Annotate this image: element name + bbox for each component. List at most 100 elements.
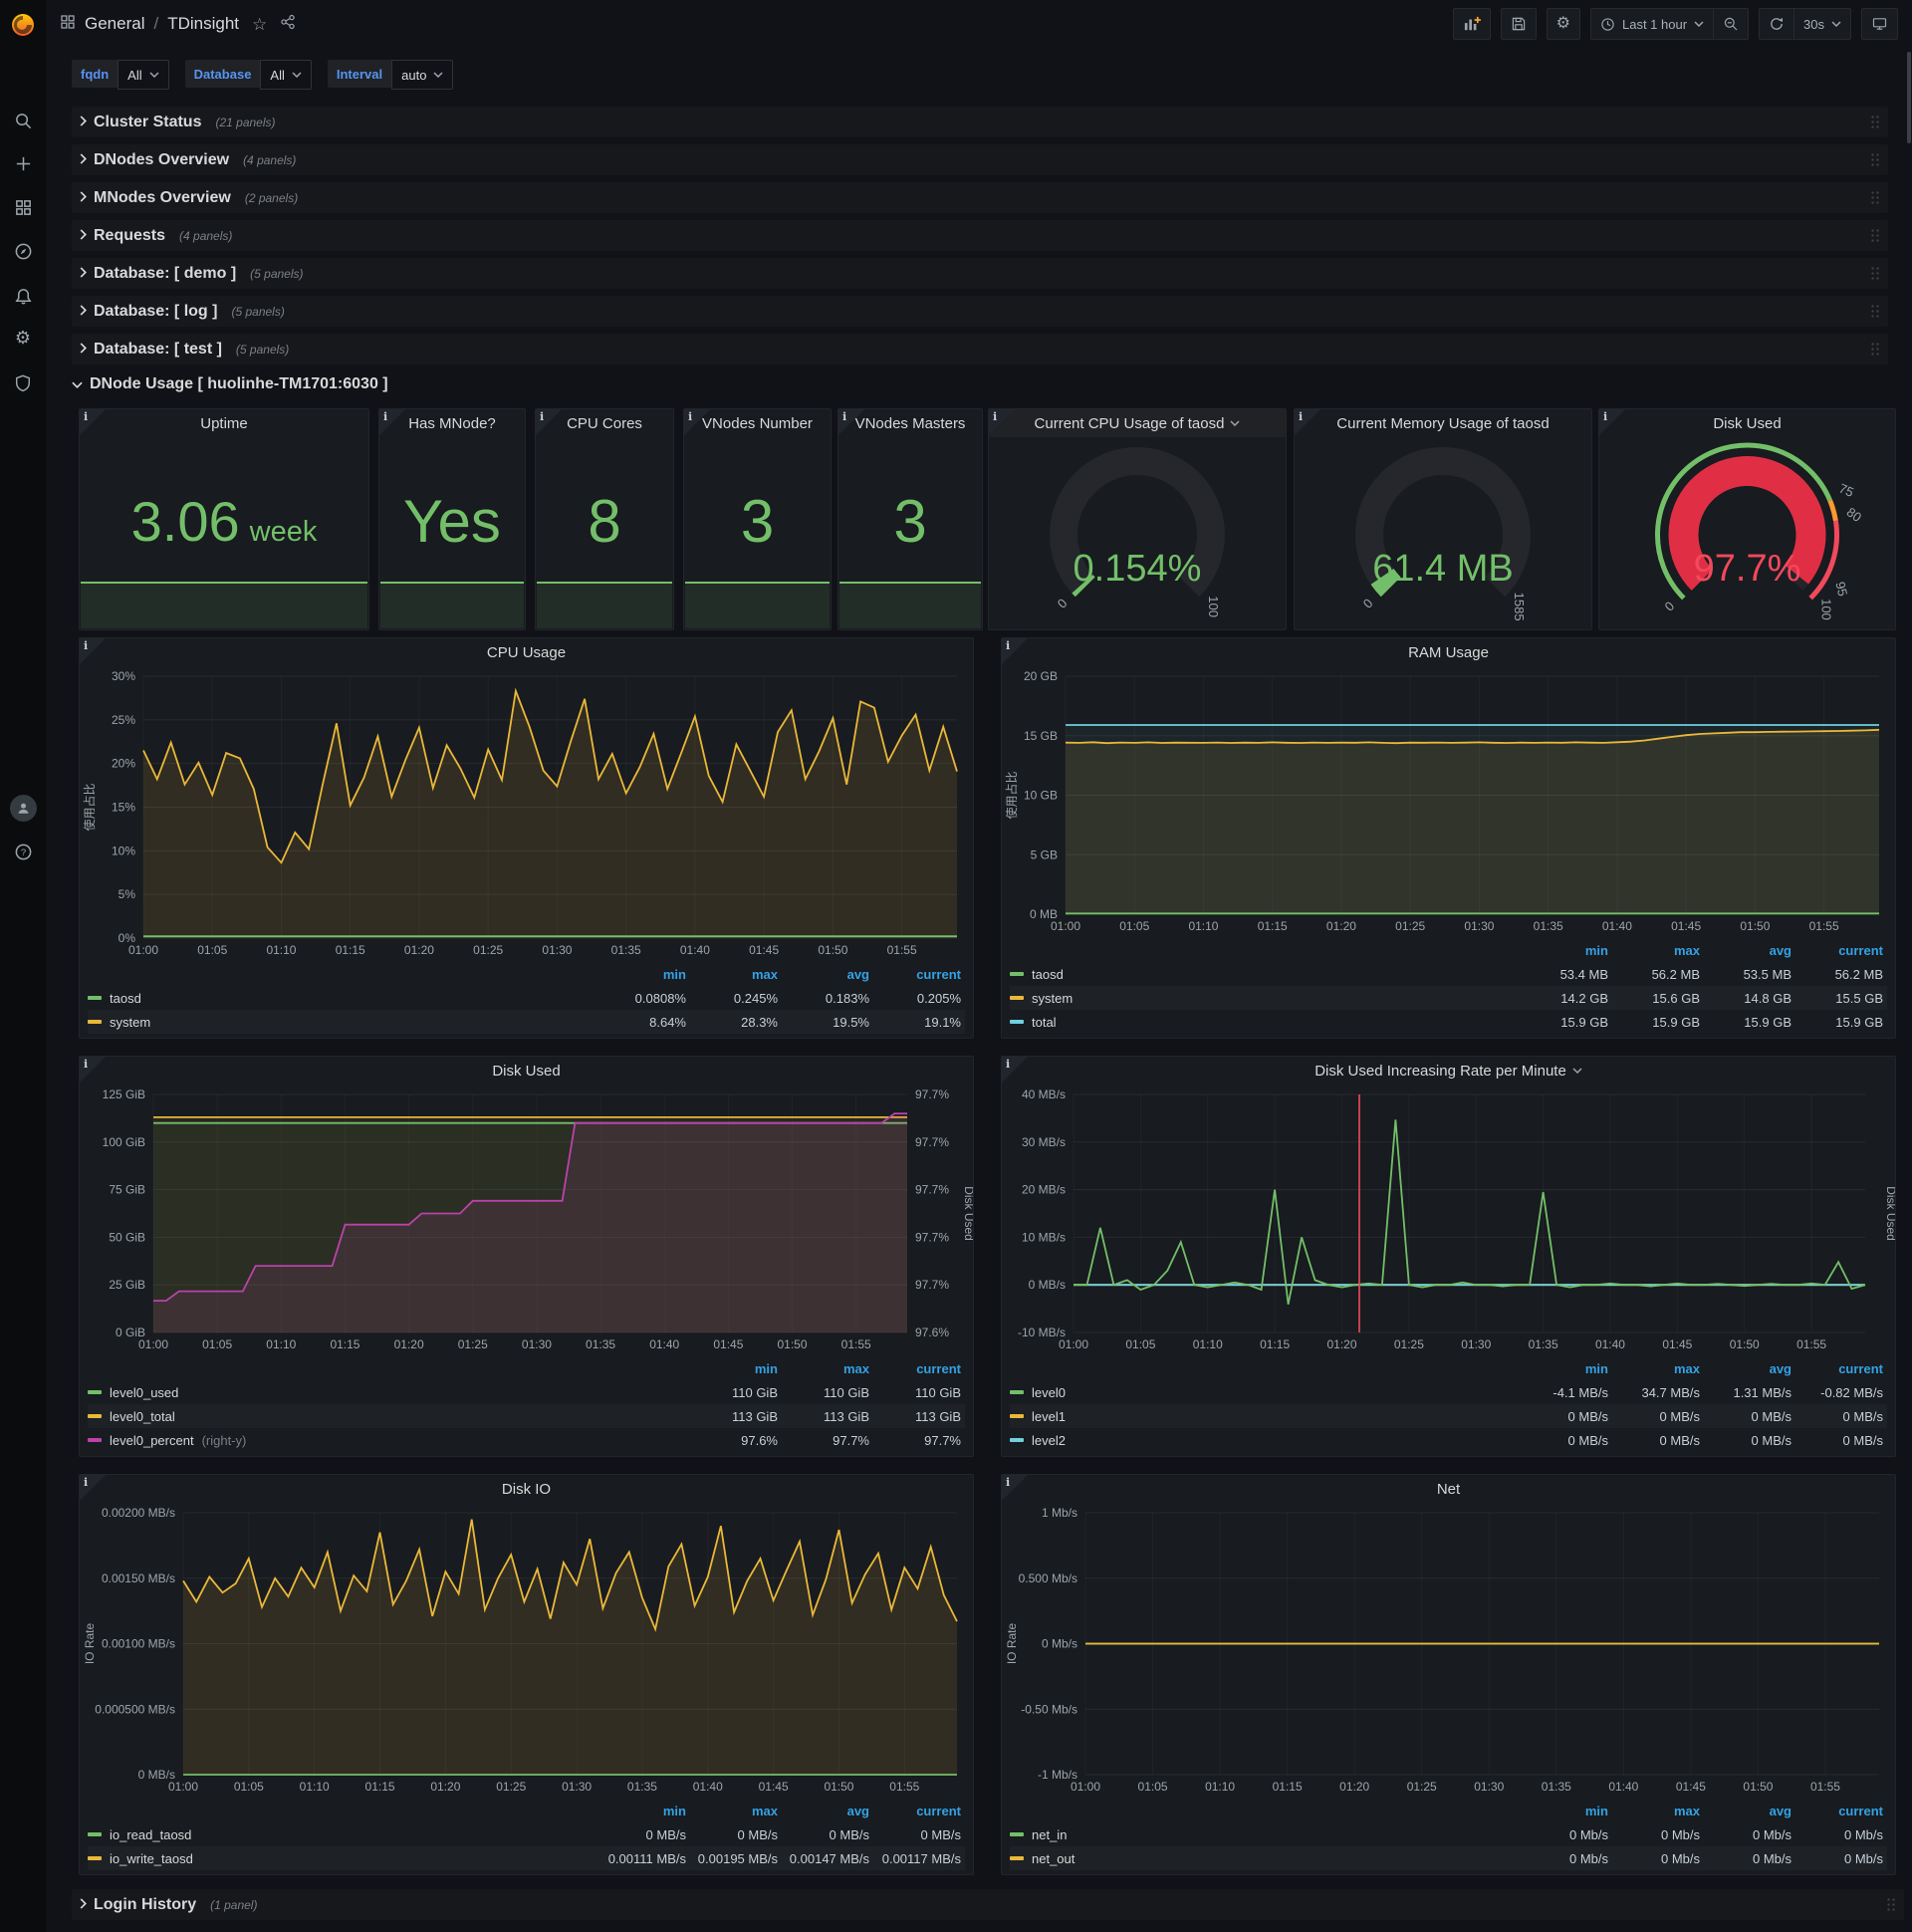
legend-series-io-write-taosd[interactable]: io_write_taosd [88, 1851, 598, 1866]
variable-value-database[interactable]: All [260, 60, 312, 90]
row-drag-handle[interactable] [1886, 1897, 1896, 1912]
grafana-logo-icon[interactable] [0, 8, 46, 42]
legend-header-max[interactable]: max [1612, 943, 1704, 958]
legend-header-current[interactable]: current [873, 967, 965, 982]
legend-series-level0-used[interactable]: level0_used [88, 1385, 690, 1400]
configuration-gear-icon[interactable]: ⚙ [0, 321, 46, 355]
legend-series-net-out[interactable]: net_out [1010, 1851, 1521, 1866]
panel-info-icon[interactable]: i [838, 409, 864, 435]
legend-header-max[interactable]: max [1612, 1804, 1704, 1818]
panel-info-icon[interactable]: i [80, 1475, 106, 1501]
panel-title-ram[interactable]: RAM Usage [1002, 638, 1895, 666]
help-icon[interactable]: ? [0, 835, 46, 868]
row-dnode-usage[interactable]: DNode Usage [ huolinhe-TM1701:6030 ] [72, 375, 388, 393]
legend-header-min[interactable]: min [598, 1804, 690, 1818]
alerting-bell-icon[interactable] [0, 279, 46, 313]
legend-header-avg[interactable]: avg [782, 967, 873, 982]
legend-series-net-in[interactable]: net_in [1010, 1827, 1521, 1842]
refresh-interval-picker[interactable]: 30s [1794, 8, 1851, 40]
panel-info-icon[interactable]: i [1002, 1475, 1028, 1501]
variable-label-interval[interactable]: Interval [327, 60, 392, 88]
panel-info-icon[interactable]: i [989, 409, 1015, 435]
gauge-disk[interactable]: 0 75 80 95 100 97.7% [1599, 439, 1895, 629]
legend-header-avg[interactable]: avg [782, 1804, 873, 1818]
cpu-chart[interactable]: 0% 5% 10% 15% 20% 25% 30% 01:00 01:05 01:10 01:15 0… [80, 666, 973, 960]
legend-series-taosd[interactable]: taosd [88, 991, 598, 1006]
breadcrumb-title[interactable]: TDinsight [167, 14, 239, 34]
legend-header-avg[interactable]: avg [1704, 943, 1795, 958]
legend-header-min[interactable]: min [690, 1361, 782, 1376]
panel-info-icon[interactable]: i [379, 409, 405, 435]
save-dashboard-button[interactable] [1500, 8, 1537, 40]
panel-title-net[interactable]: Net [1002, 1475, 1895, 1503]
row-database-demo[interactable]: Database: [ demo ] (5 panels) [72, 258, 1888, 289]
scrollbar-thumb[interactable] [1907, 52, 1911, 143]
time-range-picker[interactable]: Last 1 hour [1589, 8, 1715, 40]
row-drag-handle[interactable] [1870, 190, 1880, 205]
legend-header-avg[interactable]: avg [1704, 1361, 1795, 1376]
zoom-out-time-button[interactable] [1714, 8, 1750, 40]
legend-header-max[interactable]: max [690, 1804, 782, 1818]
legend-header-avg[interactable]: avg [1704, 1804, 1795, 1818]
gauge-mem[interactable]: 0 1585 61.4 MB [1295, 439, 1591, 629]
row-drag-handle[interactable] [1870, 342, 1880, 357]
panel-info-icon[interactable]: i [80, 638, 106, 664]
panel-title-disk[interactable]: Disk Used [80, 1057, 973, 1085]
row-login-history[interactable]: Login History (1 panel) [72, 1889, 1904, 1920]
row-mnodes-overview[interactable]: MNodes Overview (2 panels) [72, 182, 1888, 213]
gauge-cpu[interactable]: 0 100 0.154% [989, 439, 1286, 629]
disk-chart[interactable]: 0 GiB 97.6% 25 GiB 97.7% 50 GiB 97.7% 75 GiB 97… [80, 1085, 976, 1354]
panel-title-uptime[interactable]: Uptime [80, 409, 368, 437]
breadcrumb-section[interactable]: General [85, 14, 144, 34]
user-avatar[interactable] [0, 791, 46, 825]
admin-shield-icon[interactable] [0, 365, 46, 399]
legend-header-max[interactable]: max [690, 967, 782, 982]
legend-series-system[interactable]: system [1010, 991, 1521, 1006]
io-chart[interactable]: 0 MB/s 0.000500 MB/s 0.00100 MB/s 0.00150 M… [80, 1503, 973, 1797]
legend-series-level0-total[interactable]: level0_total [88, 1409, 690, 1424]
create-plus-icon[interactable] [0, 146, 46, 180]
panel-info-icon[interactable]: i [1599, 409, 1625, 435]
variable-label-database[interactable]: Database [184, 60, 261, 88]
panel-info-icon[interactable]: i [1295, 409, 1320, 435]
dashboards-icon[interactable] [0, 190, 46, 224]
panel-info-icon[interactable]: i [1002, 1057, 1028, 1083]
panel-title-cpu[interactable]: CPU Usage [80, 638, 973, 666]
net-chart[interactable]: -1 Mb/s -0.50 Mb/s 0 Mb/s 0.500 Mb/s 1 Mb/s 0… [1002, 1503, 1895, 1797]
legend-series-system[interactable]: system [88, 1015, 598, 1030]
rate-chart[interactable]: -10 MB/s 0 MB/s 10 MB/s 20 MB/s 30 MB/s 40 MB… [1002, 1085, 1898, 1354]
search-icon[interactable] [0, 104, 46, 137]
row-database-test[interactable]: Database: [ test ] (5 panels) [72, 334, 1888, 364]
panel-title-rate[interactable]: Disk Used Increasing Rate per Minute [1002, 1057, 1895, 1085]
row-drag-handle[interactable] [1870, 266, 1880, 281]
variable-label-fqdn[interactable]: fqdn [72, 60, 119, 88]
legend-header-current[interactable]: current [1795, 1361, 1887, 1376]
refresh-button[interactable] [1759, 8, 1795, 40]
legend-header-current[interactable]: current [1795, 1804, 1887, 1818]
legend-series-level2[interactable]: level2 [1010, 1433, 1521, 1448]
add-panel-button[interactable] [1452, 8, 1491, 40]
legend-header-max[interactable]: max [1612, 1361, 1704, 1376]
panel-info-icon[interactable]: i [80, 1057, 106, 1083]
explore-compass-icon[interactable] [0, 234, 46, 268]
row-requests[interactable]: Requests (4 panels) [72, 220, 1888, 251]
legend-series-io-read-taosd[interactable]: io_read_taosd [88, 1827, 598, 1842]
legend-header-current[interactable]: current [873, 1804, 965, 1818]
panel-title-gauge-cpu[interactable]: Current CPU Usage of taosd [989, 409, 1286, 437]
panel-title-io[interactable]: Disk IO [80, 1475, 973, 1503]
panel-info-icon[interactable]: i [684, 409, 710, 435]
legend-header-current[interactable]: current [873, 1361, 965, 1376]
panel-title-gauge-disk[interactable]: Disk Used [1599, 409, 1895, 437]
variable-value-fqdn[interactable]: All [118, 60, 169, 90]
row-drag-handle[interactable] [1870, 228, 1880, 243]
legend-header-min[interactable]: min [598, 967, 690, 982]
legend-series-level1[interactable]: level1 [1010, 1409, 1521, 1424]
dashboard-settings-button[interactable]: ⚙ [1546, 8, 1580, 40]
panel-info-icon[interactable]: i [1002, 638, 1028, 664]
legend-series-level0-percent[interactable]: level0_percent (right-y) [88, 1433, 690, 1448]
row-drag-handle[interactable] [1870, 304, 1880, 319]
row-drag-handle[interactable] [1870, 152, 1880, 167]
ram-chart[interactable]: 0 MB 5 GB 10 GB 15 GB 20 GB 01:00 01:05 01:10 01… [1002, 666, 1895, 936]
legend-header-min[interactable]: min [1521, 1804, 1612, 1818]
legend-series-total[interactable]: total [1010, 1015, 1521, 1030]
